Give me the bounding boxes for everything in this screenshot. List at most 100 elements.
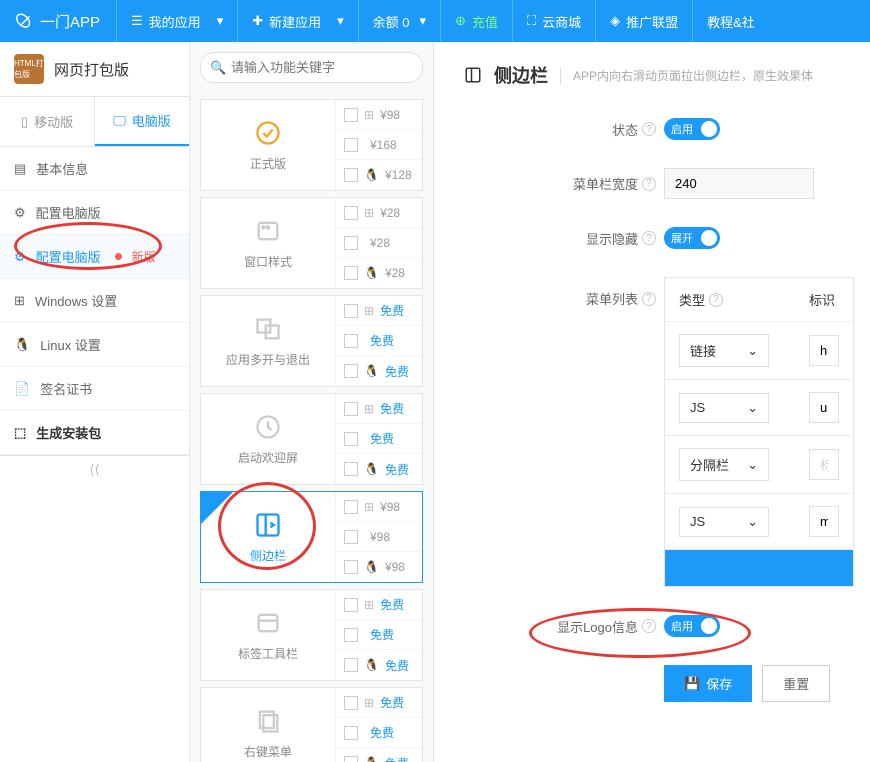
- price-row[interactable]: 🐧 ¥98: [336, 552, 422, 582]
- sidebar-item-config1[interactable]: ⚙ 配置电脑版: [0, 191, 189, 235]
- id-input[interactable]: [809, 392, 839, 423]
- checkbox[interactable]: [344, 304, 358, 318]
- price-text: 免费: [385, 755, 409, 762]
- collapse-sidebar[interactable]: ⟨⟨: [0, 455, 189, 484]
- type-select[interactable]: 分隔栏 ⌄: [679, 448, 769, 481]
- price-row[interactable]: ⊞ 免费: [336, 296, 422, 326]
- help-icon[interactable]: ?: [642, 231, 656, 245]
- price-row[interactable]: ⊞ 免费: [336, 394, 422, 424]
- nav-cloud-mall[interactable]: ⛶ 云商城: [512, 0, 595, 42]
- price-row[interactable]: 🐧 免费: [336, 356, 422, 386]
- checkbox[interactable]: [344, 530, 358, 544]
- feature-card-1[interactable]: 窗口样式 ⊞ ¥28 ¥28 🐧 ¥28: [200, 197, 423, 289]
- price-row[interactable]: 免费: [336, 620, 422, 650]
- toggle-showhide[interactable]: 展开: [664, 227, 720, 249]
- sidebar-item-linux[interactable]: 🐧 Linux 设置: [0, 323, 189, 367]
- price-row[interactable]: ⊞ ¥98: [336, 492, 422, 522]
- price-row[interactable]: 免费: [336, 718, 422, 748]
- sidebar-item-label: Linux 设置: [40, 335, 101, 354]
- price-row[interactable]: ⊞ 免费: [336, 688, 422, 718]
- add-row-bar[interactable]: [665, 550, 853, 586]
- checkbox[interactable]: [344, 598, 358, 612]
- save-button[interactable]: 💾 保存: [664, 665, 752, 702]
- nav-balance[interactable]: 余额 0 ▾: [358, 0, 440, 42]
- price-row[interactable]: ⊞ ¥98: [336, 100, 422, 130]
- feature-card-4[interactable]: 侧边栏 ⊞ ¥98 ¥98 🐧 ¥98: [200, 491, 423, 583]
- checkbox[interactable]: [344, 236, 358, 250]
- checkbox[interactable]: [344, 560, 358, 574]
- sidebar-item-build[interactable]: ⬚ 生成安装包: [0, 411, 189, 455]
- type-select[interactable]: JS ⌄: [679, 393, 769, 423]
- price-row[interactable]: ¥168: [336, 130, 422, 160]
- feature-card-3[interactable]: 启动欢迎屏 ⊞ 免费 免费 🐧 免费: [200, 393, 423, 485]
- price-row[interactable]: ¥28: [336, 228, 422, 258]
- toggle-knob: [701, 121, 717, 137]
- id-input[interactable]: [809, 449, 839, 480]
- type-select[interactable]: JS ⌄: [679, 507, 769, 537]
- nav-promo[interactable]: ◈ 推广联盟: [595, 0, 692, 42]
- help-icon[interactable]: ?: [642, 122, 656, 136]
- help-icon[interactable]: ?: [642, 619, 656, 633]
- feature-card-6[interactable]: 右键菜单 ⊞ 免费 免费 🐧 免费: [200, 687, 423, 762]
- price-row[interactable]: 🐧 免费: [336, 454, 422, 484]
- price-text: ¥28: [370, 236, 390, 250]
- nav-recharge[interactable]: ⊕ 充值: [440, 0, 512, 42]
- price-row[interactable]: ⊞ 免费: [336, 590, 422, 620]
- checkbox[interactable]: [344, 206, 358, 220]
- checkbox[interactable]: [344, 432, 358, 446]
- checkbox[interactable]: [344, 168, 358, 182]
- nav-my-apps[interactable]: ☰ 我的应用 ▾: [116, 0, 237, 42]
- sidebar-item-windows[interactable]: ⊞ Windows 设置: [0, 279, 189, 323]
- toggle-logo[interactable]: 启用: [664, 615, 720, 637]
- nav-new-app[interactable]: ✚ 新建应用 ▾: [237, 0, 357, 42]
- new-dot-icon: [115, 253, 122, 260]
- price-row[interactable]: 🐧 ¥28: [336, 258, 422, 288]
- id-input[interactable]: [809, 335, 839, 366]
- price-row[interactable]: 免费: [336, 326, 422, 356]
- id-input[interactable]: [809, 506, 839, 537]
- checkbox[interactable]: [344, 364, 358, 378]
- price-text: ¥98: [370, 530, 390, 544]
- sidebar-item-cert[interactable]: 📄 签名证书: [0, 367, 189, 411]
- right-panel: 侧边栏 APP内向右滑动页面拉出侧边栏，原生效果体 状态 ? 启用 菜单栏宽度 …: [434, 42, 870, 762]
- type-select[interactable]: 链接 ⌄: [679, 334, 769, 367]
- checkbox[interactable]: [344, 108, 358, 122]
- panel-header: 侧边栏 APP内向右滑动页面拉出侧边栏，原生效果体: [464, 62, 870, 88]
- feature-card-0[interactable]: 正式版 ⊞ ¥98 ¥168 🐧 ¥128: [200, 99, 423, 191]
- help-icon[interactable]: ?: [709, 293, 723, 307]
- price-row[interactable]: 免费: [336, 424, 422, 454]
- help-icon[interactable]: ?: [642, 292, 656, 306]
- checkbox[interactable]: [344, 138, 358, 152]
- checkbox[interactable]: [344, 726, 358, 740]
- search-input[interactable]: [200, 52, 423, 83]
- price-row[interactable]: 🐧 免费: [336, 748, 422, 762]
- help-icon[interactable]: ?: [642, 177, 656, 191]
- checkbox[interactable]: [344, 462, 358, 476]
- reset-button[interactable]: 重置: [762, 665, 830, 702]
- feature-card-2[interactable]: 应用多开与退出 ⊞ 免费 免费 🐧 免费: [200, 295, 423, 387]
- checkbox[interactable]: [344, 696, 358, 710]
- tab-mobile[interactable]: ▯ 移动版: [0, 97, 95, 146]
- price-row[interactable]: ⊞ ¥28: [336, 198, 422, 228]
- checkbox[interactable]: [344, 756, 358, 762]
- checkbox[interactable]: [344, 628, 358, 642]
- price-row[interactable]: 🐧 免费: [336, 650, 422, 680]
- td-type: 分隔栏 ⌄: [665, 436, 795, 493]
- sidebar-item-config2[interactable]: ⚙ 配置电脑版 新版: [0, 235, 189, 279]
- input-width[interactable]: [664, 168, 814, 199]
- checkbox[interactable]: [344, 334, 358, 348]
- price-row[interactable]: ¥98: [336, 522, 422, 552]
- checkbox[interactable]: [344, 402, 358, 416]
- price-row[interactable]: 🐧 ¥128: [336, 160, 422, 190]
- save-icon: 💾: [684, 676, 700, 692]
- sidebar-item-basic[interactable]: ▤ 基本信息: [0, 147, 189, 191]
- checkbox[interactable]: [344, 500, 358, 514]
- nav-tutorial[interactable]: 教程&社: [692, 0, 769, 42]
- app-title-row: HTML打包版 网页打包版: [0, 42, 189, 97]
- checkbox[interactable]: [344, 266, 358, 280]
- feature-card-5[interactable]: 标签工具栏 ⊞ 免费 免费 🐧 免费: [200, 589, 423, 681]
- price-text: ¥168: [370, 138, 397, 152]
- toggle-state[interactable]: 启用: [664, 118, 720, 140]
- checkbox[interactable]: [344, 658, 358, 672]
- tab-desktop[interactable]: 🖵 电脑版: [95, 97, 189, 146]
